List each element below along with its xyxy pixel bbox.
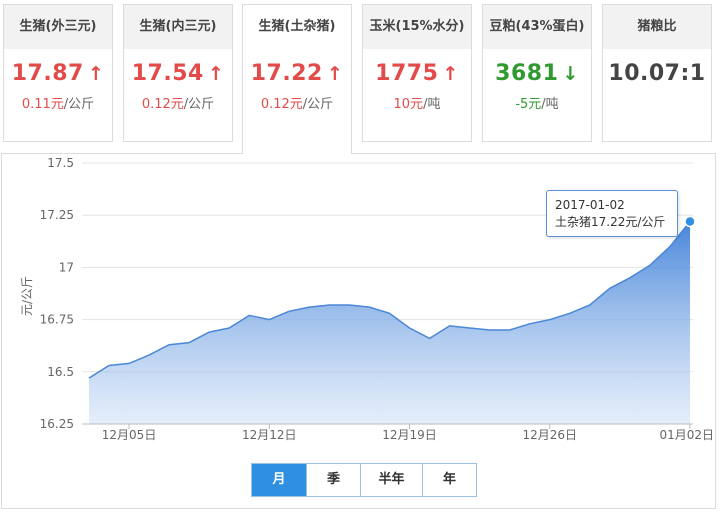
range-tab-quarter[interactable]: 季 xyxy=(306,464,360,496)
x-tick-label: 12月26日 xyxy=(522,428,577,442)
range-selector: 月 季 半年 年 xyxy=(251,463,477,497)
y-tick-label: 17.5 xyxy=(47,156,74,170)
price-chart: 16.25 16.5 16.75 17 17.25 17.5 12月05日 12月12日 12月… xyxy=(20,156,714,442)
chart-tooltip: 2017-01-02 土杂猪17.22元/公斤 xyxy=(546,190,678,237)
range-tab-month[interactable]: 月 xyxy=(252,464,306,496)
y-tick-label: 16.75 xyxy=(40,313,74,327)
x-tick-label: 01月02日 xyxy=(659,428,714,442)
x-tick-label: 12月05日 xyxy=(102,428,157,442)
y-tick-label: 17.25 xyxy=(40,208,74,222)
x-tick-label: 12月19日 xyxy=(382,428,437,442)
range-tab-year[interactable]: 年 xyxy=(422,464,476,496)
y-tick-label: 17 xyxy=(59,260,74,274)
price-area xyxy=(89,221,690,424)
y-tick-label: 16.5 xyxy=(47,365,74,379)
y-axis-title: 元/公斤 xyxy=(20,276,34,316)
x-tick-label: 12月12日 xyxy=(242,428,297,442)
range-tab-halfyear[interactable]: 半年 xyxy=(360,464,422,496)
tooltip-date: 2017-01-02 xyxy=(555,198,625,212)
tooltip-value: 土杂猪17.22元/公斤 xyxy=(555,215,666,229)
highlight-point[interactable] xyxy=(684,215,696,228)
y-tick-label: 16.25 xyxy=(40,417,74,431)
